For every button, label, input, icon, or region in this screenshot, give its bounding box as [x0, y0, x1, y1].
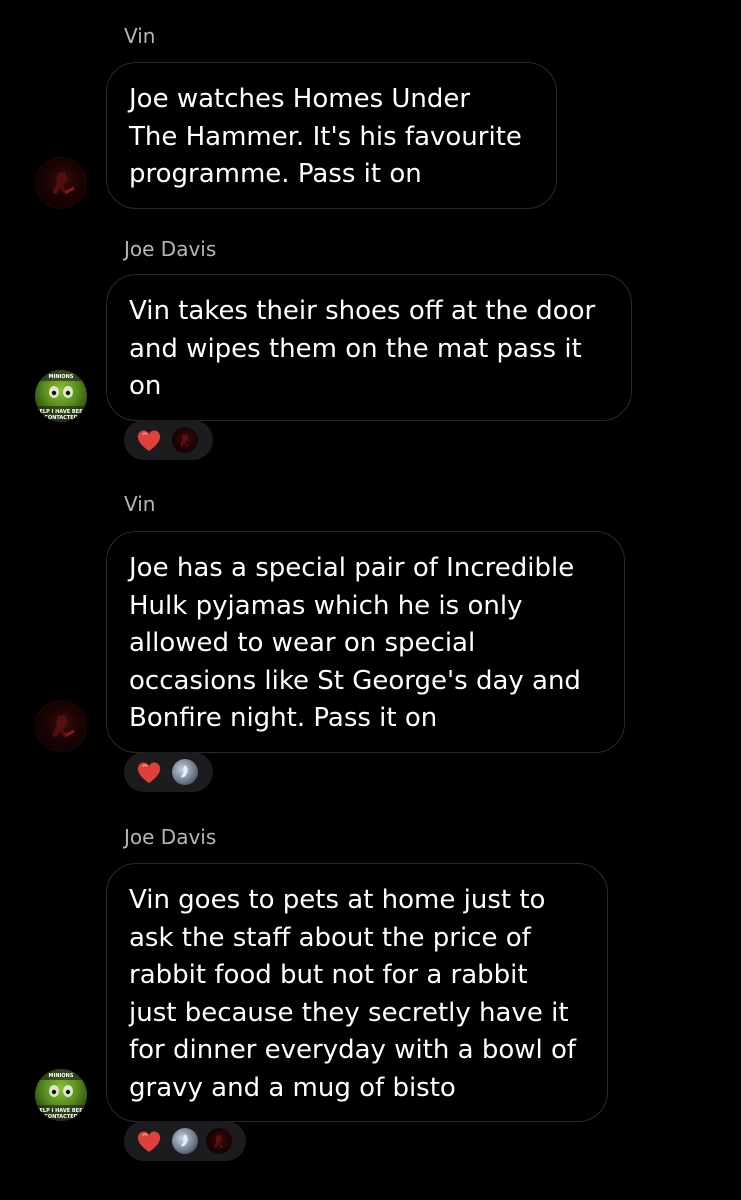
message-text: Joe has a special pair of Incredible Hul… [129, 553, 581, 733]
message-text: Joe watches Homes Under The Hammer. It's… [129, 84, 522, 189]
reactions-bar[interactable] [124, 420, 213, 460]
message-text: Vin goes to pets at home just to ask the… [129, 885, 577, 1103]
heart-icon [137, 1131, 161, 1152]
svg-text:CONTACTED: CONTACTED [44, 1114, 78, 1120]
sender-name: Joe Davis [124, 825, 217, 849]
sender-name: Vin [124, 24, 156, 48]
message-bubble[interactable]: Vin goes to pets at home just to ask the… [106, 863, 608, 1122]
vin-avatar[interactable] [35, 700, 87, 752]
svg-text:MINIONS: MINIONS [49, 1073, 74, 1079]
vin-avatar-icon [172, 427, 198, 453]
vin-avatar-icon [206, 1128, 232, 1154]
heart-icon [137, 430, 161, 451]
message-text: Vin takes their shoes off at the door an… [129, 296, 596, 401]
grey-avatar-icon [172, 759, 198, 785]
reactions-bar[interactable] [124, 1121, 246, 1161]
vin-avatar[interactable] [35, 157, 87, 209]
grey-avatar-icon [172, 1128, 198, 1154]
sender-name: Vin [124, 492, 156, 516]
joe-davis-avatar[interactable]: MINIONS HELP I HAVE BEEN CONTACTED [35, 1069, 87, 1121]
svg-text:CONTACTED: CONTACTED [44, 415, 78, 421]
reactions-bar[interactable] [124, 752, 213, 792]
svg-text:MINIONS: MINIONS [49, 374, 74, 380]
joe-davis-avatar[interactable]: MINIONS HELP I HAVE BEEN CONTACTED [35, 370, 87, 422]
message-bubble[interactable]: Joe watches Homes Under The Hammer. It's… [106, 62, 557, 209]
message-bubble[interactable]: Joe has a special pair of Incredible Hul… [106, 531, 625, 753]
sender-name: Joe Davis [124, 237, 217, 261]
message-bubble[interactable]: Vin takes their shoes off at the door an… [106, 274, 632, 421]
heart-icon [137, 762, 161, 783]
